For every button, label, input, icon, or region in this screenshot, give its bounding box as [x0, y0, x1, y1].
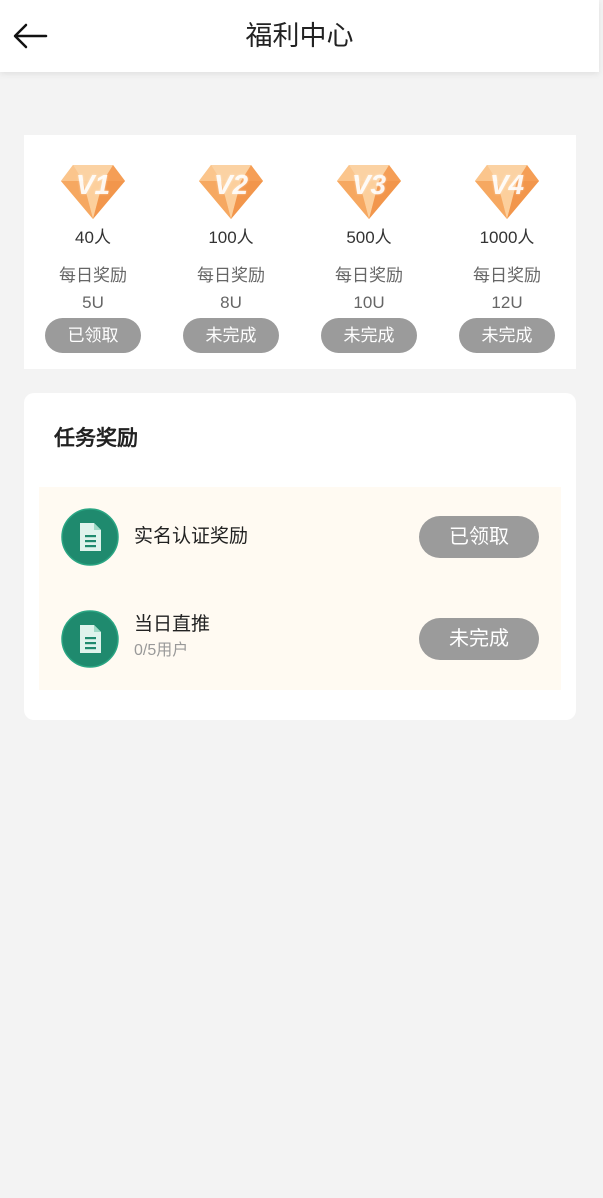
- level-badge-label: V1: [75, 169, 111, 200]
- level-reward-label: 每日奖励: [197, 266, 265, 285]
- level-claim-button[interactable]: 未完成: [183, 318, 279, 353]
- task-claim-button[interactable]: 未完成: [419, 618, 539, 660]
- task-rewards-card: 任务奖励 实名认证奖励 已领取 当日直推 0/5用户 未完成: [24, 393, 576, 720]
- task-name: 实名认证奖励: [134, 526, 249, 547]
- task-name: 当日直推: [134, 614, 211, 635]
- level-badge-label: V2: [213, 169, 249, 200]
- task-item-real-name: 实名认证奖励 已领取: [39, 487, 561, 588]
- level-claim-button[interactable]: 未完成: [321, 318, 417, 353]
- level-people-count: 100人: [208, 228, 254, 247]
- document-icon: [61, 508, 119, 566]
- level-badge-label: V4: [489, 169, 525, 200]
- level-reward-amount: 8U: [220, 293, 242, 312]
- level-people-count: 1000人: [479, 228, 535, 247]
- level-reward-label: 每日奖励: [335, 266, 403, 285]
- level-reward-label: 每日奖励: [59, 266, 127, 285]
- diamond-icon: V4: [473, 163, 541, 221]
- level-claim-button[interactable]: 未完成: [459, 318, 555, 353]
- task-item-daily-referral: 当日直推 0/5用户 未完成: [39, 589, 561, 690]
- level-badge-label: V3: [351, 169, 387, 200]
- level-claim-button[interactable]: 已领取: [45, 318, 141, 353]
- diamond-icon: V3: [335, 163, 403, 221]
- document-icon: [61, 610, 119, 668]
- level-reward-label: 每日奖励: [473, 266, 541, 285]
- level-reward-amount: 10U: [353, 293, 385, 312]
- level-item-v4: V4 1000人 每日奖励 12U 未完成: [438, 135, 576, 369]
- level-item-v3: V3 500人 每日奖励 10U 未完成: [300, 135, 438, 369]
- level-item-v2: V2 100人 每日奖励 8U 未完成: [162, 135, 300, 369]
- level-people-count: 500人: [346, 228, 392, 247]
- task-section-title: 任务奖励: [54, 427, 138, 450]
- level-item-v1: V1 40人 每日奖励 5U 已领取: [24, 135, 162, 369]
- level-people-count: 40人: [75, 228, 111, 247]
- task-progress: 0/5用户: [134, 642, 189, 659]
- level-reward-amount: 5U: [82, 293, 104, 312]
- task-list: 实名认证奖励 已领取 当日直推 0/5用户 未完成: [39, 487, 561, 690]
- diamond-icon: V1: [59, 163, 127, 221]
- header-bar: 福利中心: [0, 0, 599, 72]
- diamond-icon: V2: [197, 163, 265, 221]
- vip-levels-card: V1 40人 每日奖励 5U 已领取 V2 100人 每日奖励 8U 未完成 V…: [24, 135, 576, 369]
- page-title: 福利中心: [245, 21, 354, 51]
- level-reward-amount: 12U: [491, 293, 523, 312]
- task-claim-button[interactable]: 已领取: [419, 516, 539, 558]
